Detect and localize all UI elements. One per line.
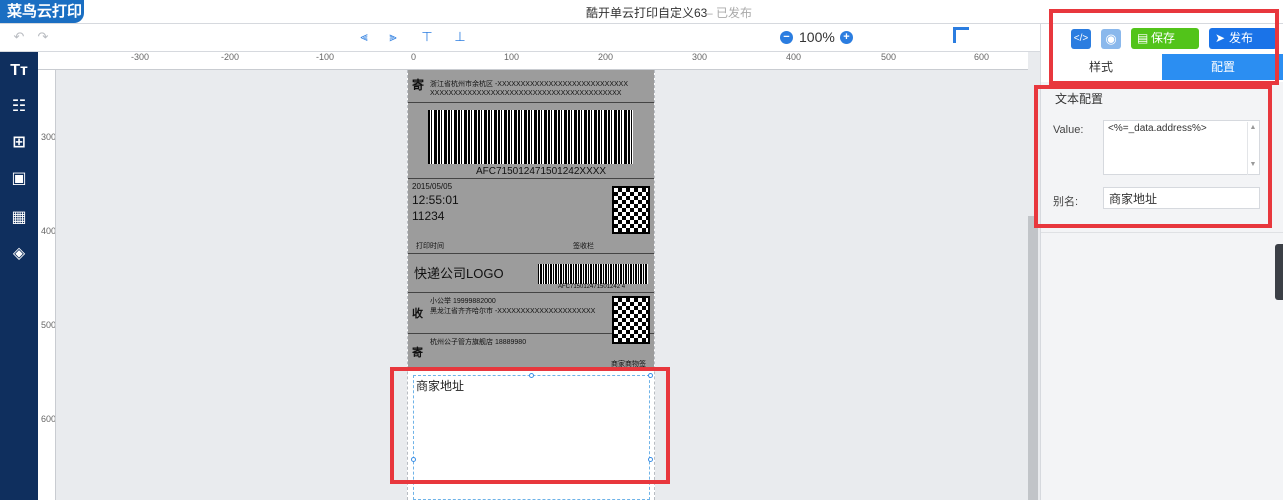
secondary-barcode-text: AFC715012471501242 4 <box>558 284 626 290</box>
save-icon: ▤ <box>1137 31 1149 45</box>
value-text: <%=_data.address%> <box>1108 123 1207 134</box>
side-color-strip[interactable] <box>1275 244 1283 300</box>
ruler-label: 100 <box>504 52 520 62</box>
receiver-address: 黑龙江省齐齐哈尔市 -XXXXXXXXXXXXXXXXXXXXX <box>430 308 596 315</box>
qr-code-bottom <box>612 296 650 344</box>
document-title: 酷开单云打印自定义63 <box>586 6 708 20</box>
alias-label: 别名: <box>1053 196 1079 208</box>
tab-style[interactable]: 样式 <box>1041 54 1161 80</box>
shop-name: 杭州公子管方旗舰店 18889980 <box>430 339 527 346</box>
ruler-label: 600 <box>974 52 990 62</box>
box-tool-icon[interactable]: ◈ <box>9 244 29 264</box>
ruler-label: 600 <box>41 414 56 424</box>
scroll-down-icon[interactable]: ▼ <box>1248 161 1258 168</box>
scroll-up-icon[interactable]: ▲ <box>1248 124 1258 131</box>
horizontal-ruler: -300 -200 -100 0 100 200 300 400 500 600 <box>38 52 1028 70</box>
receiver-phone: 小公举 19999882000 <box>430 298 496 305</box>
waybill-template-image[interactable]: 寄 浙江省杭州市余杭区 -XXXXXXXXXXXXXXXXXXXXXXXXXXX… <box>408 70 654 368</box>
vertical-ruler: 300 400 500 600 <box>38 70 56 500</box>
waybill-time: 12:55:01 <box>412 193 459 207</box>
grid-tool-icon[interactable]: ⊞ <box>9 133 29 153</box>
design-canvas[interactable]: 寄 浙江省杭州市余杭区 -XXXXXXXXXXXXXXXXXXXXXXXXXXX… <box>56 70 1028 500</box>
zoom-level: 100% <box>799 29 835 45</box>
align-bottom-icon[interactable]: ⊥ <box>451 28 469 46</box>
ruler-label: 400 <box>41 226 56 236</box>
ruler-label: 0 <box>411 52 417 62</box>
component-sidebar: Tт ☷ ⊞ ▣ ▦ ◈ <box>0 52 38 500</box>
align-top-icon[interactable]: ⊤ <box>418 28 436 46</box>
publish-button[interactable]: ➤ 发布 <box>1209 28 1277 49</box>
print-time-label: 打印时间 <box>416 243 444 250</box>
sender-filler: XXXXXXXXXXXXXXXXXXXXXXXXXXXXXXXXXXXXXXXX… <box>430 90 622 97</box>
sign-label: 签收栏 <box>573 243 594 250</box>
ruler-label: 500 <box>41 320 56 330</box>
ruler-label: -200 <box>221 52 240 62</box>
send-icon: ➤ <box>1215 31 1226 45</box>
sender-row: 寄 浙江省杭州市余杭区 -XXXXXXXXXXXXXXXXXXXXXXXXXXX… <box>408 70 654 103</box>
align-right-icon[interactable]: ⫸ <box>384 28 402 46</box>
editor-toolbar: ↶ ↷ ⫷ ⫸ ⊤ ⊥ − 100% + <box>0 24 1040 52</box>
save-button[interactable]: ▤ 保存 <box>1131 28 1199 49</box>
sender-address: 浙江省杭州市余杭区 -XXXXXXXXXXXXXXXXXXXXXXXXXXXX <box>430 81 629 88</box>
resize-handle-top[interactable] <box>529 373 534 378</box>
text-tool-icon[interactable]: Tт <box>9 61 29 81</box>
document-status: – 已发布 <box>706 6 753 20</box>
ruler-label: 300 <box>41 132 56 142</box>
panel-divider <box>1041 232 1283 233</box>
barcode-text: AFC715012471501242XXXX <box>476 166 607 177</box>
preview-eye-icon[interactable]: ◉ <box>1101 29 1121 49</box>
undo-icon[interactable]: ↶ <box>10 28 28 46</box>
resize-handle-top-right[interactable] <box>648 373 653 378</box>
table-tool-icon[interactable]: ☷ <box>9 97 29 117</box>
properties-panel: </> ◉ ▤ 保存 ➤ 发布 样式 配置 文本配置 Value: <%=_da… <box>1040 24 1283 500</box>
courier-logo-text: 快递公司LOGO <box>414 266 504 281</box>
send-glyph: 寄 <box>412 78 425 92</box>
image-tool-icon[interactable]: ▣ <box>9 169 29 189</box>
ruler-toggle-icon[interactable] <box>953 27 969 43</box>
zoom-out-button[interactable]: − <box>780 31 793 44</box>
qr-code-top <box>612 186 650 234</box>
secondary-barcode <box>538 264 648 284</box>
scrollbar-track[interactable] <box>1028 52 1038 216</box>
textarea-scrollbar[interactable]: ▲ ▼ <box>1247 122 1258 175</box>
main-barcode <box>428 110 633 164</box>
align-left-icon[interactable]: ⫷ <box>355 28 373 46</box>
resize-handle-right[interactable] <box>648 457 653 462</box>
code-icon[interactable]: </> <box>1071 29 1091 49</box>
top-bar: 菜鸟云打印 酷开单云打印自定义63 – 已发布 <box>0 0 1283 24</box>
resize-handle-left[interactable] <box>411 457 416 462</box>
waybill-code: 11234 <box>412 209 445 223</box>
ruler-label: -100 <box>316 52 335 62</box>
publish-label: 发布 <box>1229 31 1254 45</box>
ruler-label: 300 <box>692 52 708 62</box>
ruler-label: 400 <box>786 52 802 62</box>
text-element-value: 商家地址 <box>416 379 465 393</box>
recv-glyph: 收 <box>412 308 423 320</box>
ruler-label: 500 <box>881 52 897 62</box>
save-label: 保存 <box>1151 31 1176 45</box>
zoom-in-button[interactable]: + <box>840 31 853 44</box>
waybill-date: 2015/05/05 <box>412 182 453 191</box>
tab-config[interactable]: 配置 <box>1162 54 1283 80</box>
value-label: Value: <box>1053 124 1084 136</box>
ruler-label: 200 <box>598 52 614 62</box>
brand-logo[interactable]: 菜鸟云打印 <box>0 0 84 23</box>
panel-header: </> ◉ ▤ 保存 ➤ 发布 样式 配置 <box>1041 24 1283 82</box>
alias-input[interactable] <box>1103 187 1260 209</box>
barcode-tool-icon[interactable]: ▦ <box>9 208 29 228</box>
value-textarea[interactable]: <%=_data.address%> ▲ ▼ <box>1103 120 1260 175</box>
selected-text-element[interactable]: 商家地址 <box>411 373 653 500</box>
vertical-scrollbar[interactable] <box>1028 216 1038 500</box>
send-glyph-2: 寄 <box>412 347 423 359</box>
ruler-label: -300 <box>131 52 150 62</box>
redo-icon[interactable]: ↷ <box>34 28 52 46</box>
item-label: 商家商物签 <box>611 361 646 368</box>
section-title: 文本配置 <box>1055 92 1104 106</box>
